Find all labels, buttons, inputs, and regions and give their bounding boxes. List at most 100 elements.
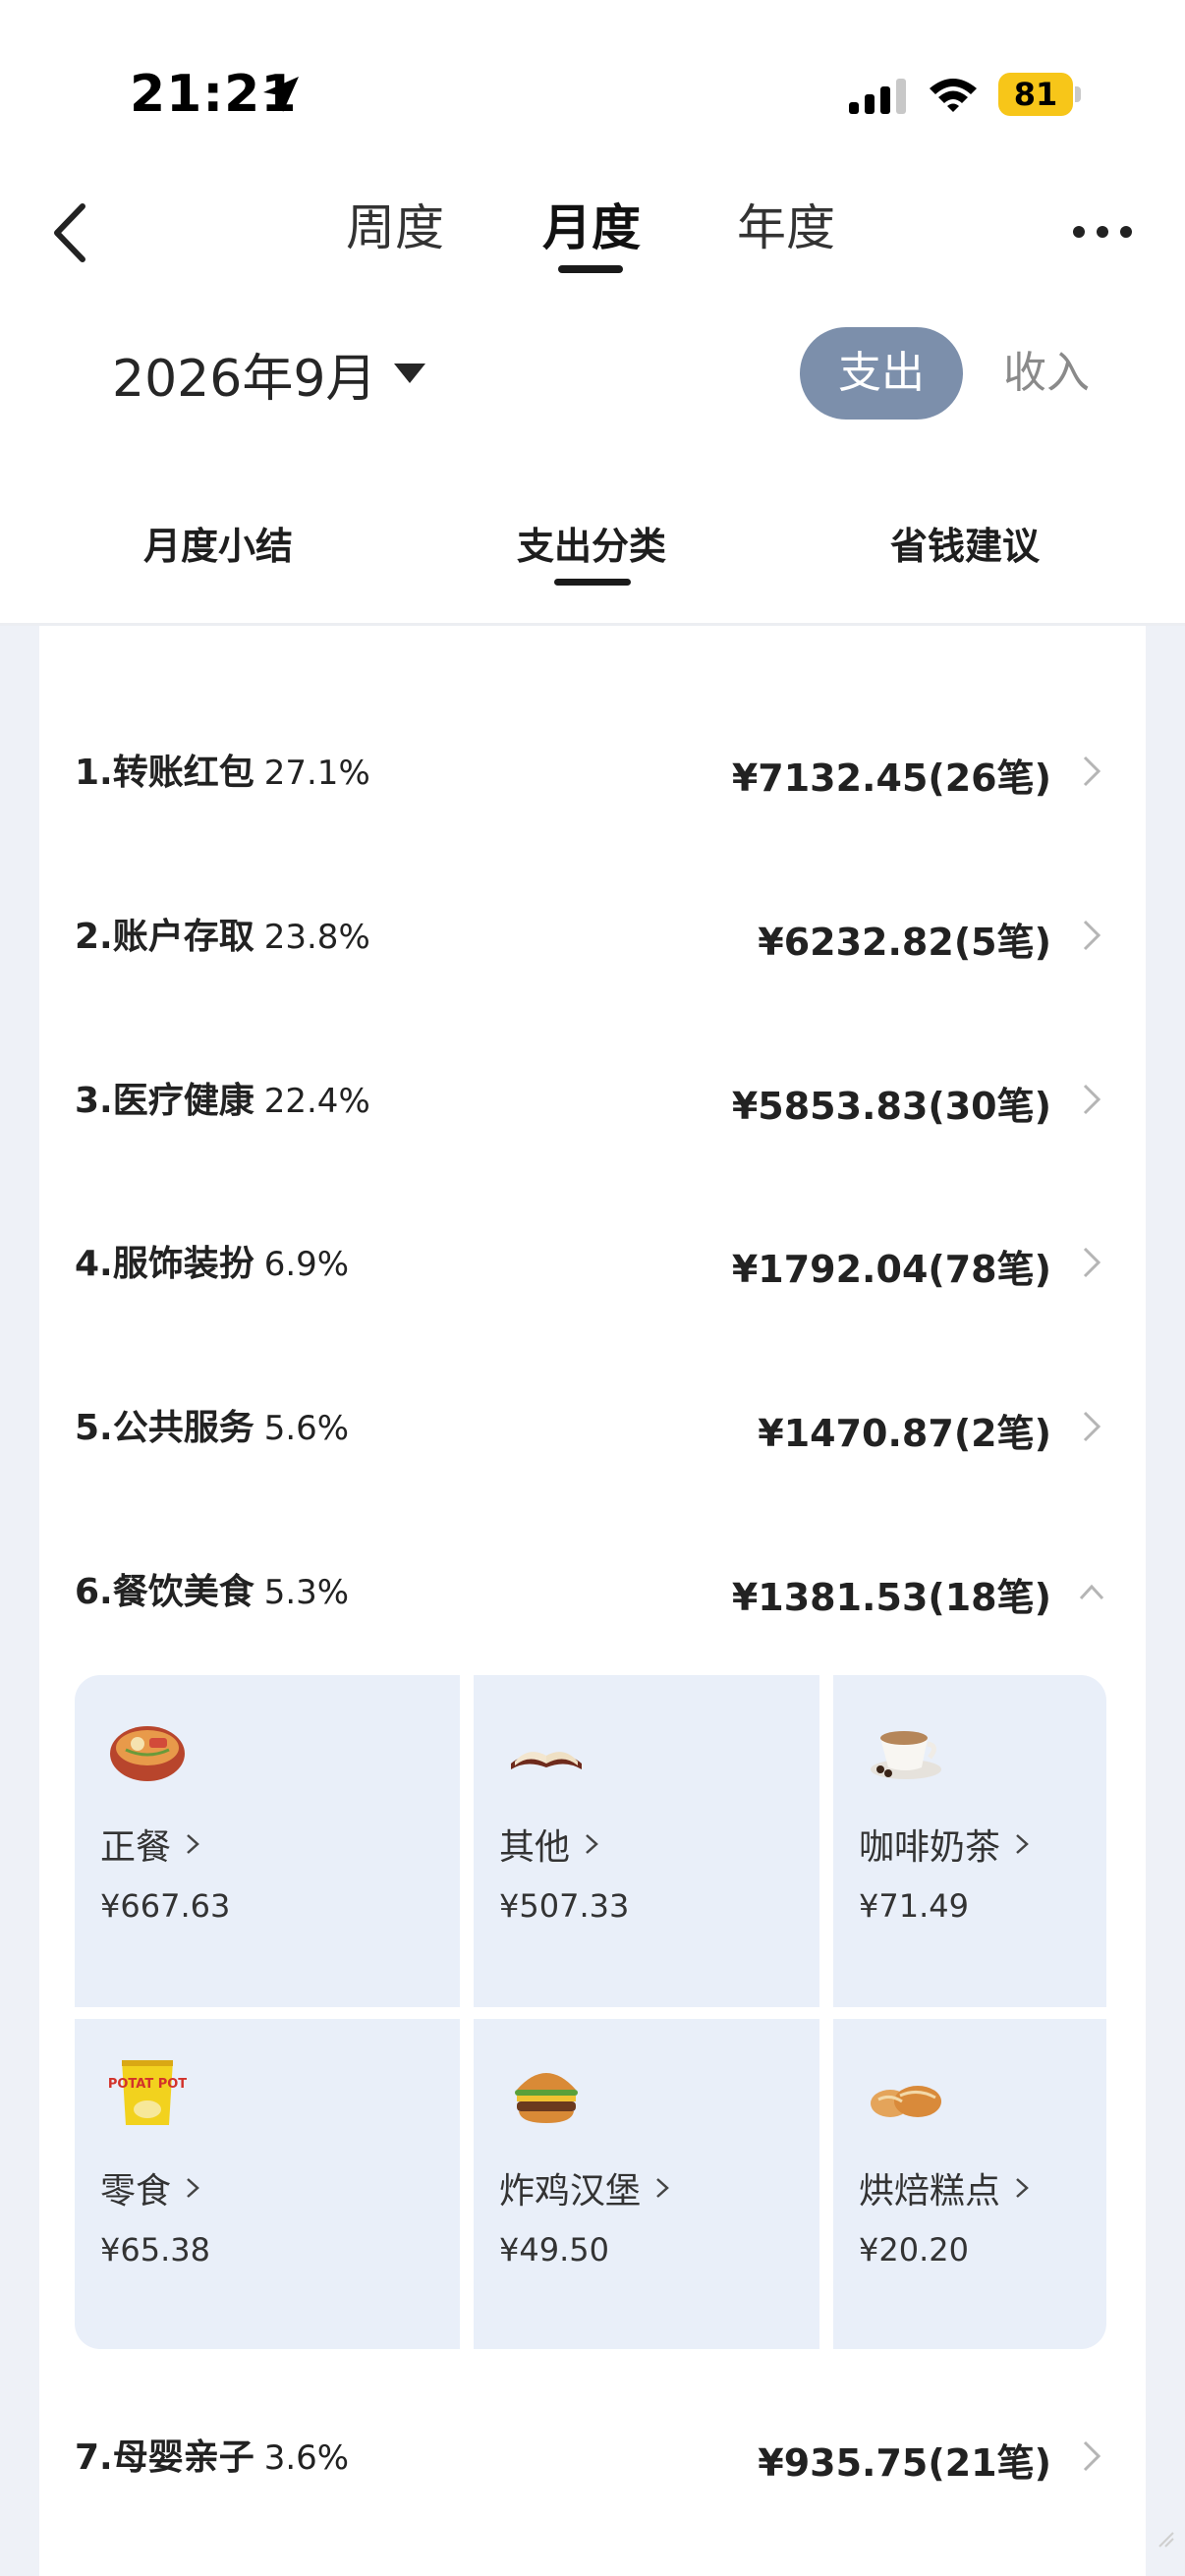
back-chevron-icon[interactable] — [45, 198, 98, 267]
chevron-right-icon — [1083, 1411, 1101, 1442]
category-name: 4.服饰装扮 6.9% — [75, 1235, 349, 1286]
caret-down-icon — [394, 364, 426, 383]
subcategory-other[interactable]: 其他 ¥507.33 — [474, 1675, 819, 2007]
dining-subcategory-grid: 正餐 ¥667.63 其他 ¥507.33 咖啡奶茶 ¥71.49 POTAT … — [75, 1675, 1106, 2349]
chips-brand-text: POTAT POT — [108, 2077, 187, 2092]
category-row-clothing[interactable]: 4.服饰装扮 6.9% ¥1792.04(78笔) — [39, 1205, 1146, 1304]
category-name: 3.医疗健康 22.4% — [75, 1072, 370, 1123]
category-name: 5.公共服务 5.6% — [75, 1399, 349, 1450]
page: 21:21 81 周度 月度 年度 2026年9月 支出 收入 月度小结 支出分… — [0, 0, 1185, 2576]
subcategory-name-text: 其他 — [499, 1827, 571, 1868]
subcategory-amount: ¥65.38 — [100, 2231, 210, 2268]
subcategory-name: 烘焙糕点 — [859, 2162, 1030, 2213]
subcategory-name: 炸鸡汉堡 — [499, 2162, 670, 2213]
noodle-bowl-icon — [110, 1726, 185, 1781]
chevron-right-icon — [1016, 2178, 1029, 2198]
expense-toggle-button[interactable]: 支出 — [800, 327, 963, 420]
sub-tab-indicator — [554, 579, 631, 586]
subcategory-snacks[interactable]: POTAT POT 零食 ¥65.38 — [75, 2019, 460, 2349]
open-book-icon — [511, 1752, 582, 1769]
category-percent: 27.1% — [263, 754, 370, 793]
subcategory-amount: ¥507.33 — [499, 1887, 630, 1925]
category-percent: 3.6% — [263, 2438, 350, 2478]
income-toggle-button[interactable]: 收入 — [992, 327, 1100, 420]
chevron-right-icon — [586, 1834, 598, 1854]
category-name: 1.转账红包 27.1% — [75, 744, 370, 795]
category-name-text: 5.公共服务 — [75, 1408, 254, 1448]
category-amount: ¥6232.82(5笔) — [758, 921, 1051, 964]
category-name: 6.餐饮美食 5.3% — [75, 1563, 349, 1614]
subcategory-name: 正餐 — [100, 1819, 200, 1870]
subcategory-name-text: 咖啡奶茶 — [859, 1827, 1001, 1868]
category-percent: 6.9% — [263, 1245, 350, 1284]
subcategory-name-text: 正餐 — [100, 1827, 172, 1868]
category-row-transfer[interactable]: 1.转账红包 27.1% ¥7132.45(26笔) — [39, 714, 1146, 812]
chevron-right-icon — [1083, 1084, 1101, 1115]
category-row-public-service[interactable]: 5.公共服务 5.6% ¥1470.87(2笔) — [39, 1370, 1146, 1468]
subcategory-coffee-tea[interactable]: 咖啡奶茶 ¥71.49 — [833, 1675, 1106, 2007]
tab-monthly[interactable]: 月度 — [542, 189, 641, 259]
chevron-right-icon — [656, 2178, 669, 2198]
wifi-icon — [930, 79, 977, 112]
chips-bag-icon: POTAT POT — [108, 2060, 187, 2125]
subcategory-amount: ¥20.20 — [859, 2231, 969, 2268]
category-name-text: 4.服饰装扮 — [75, 1244, 254, 1284]
category-row-medical[interactable]: 3.医疗健康 22.4% ¥5853.83(30笔) — [39, 1042, 1146, 1141]
more-options-icon[interactable] — [1071, 220, 1134, 244]
subcategory-name-text: 烘焙糕点 — [859, 2171, 1001, 2212]
top-nav-bar: 周度 月度 年度 — [0, 167, 1185, 305]
battery-tip — [1075, 86, 1081, 102]
chevron-right-icon — [187, 1834, 199, 1854]
subcategory-name: 咖啡奶茶 — [859, 1819, 1030, 1870]
status-bar: 21:21 81 — [0, 0, 1185, 167]
subcategory-name: 其他 — [499, 1819, 599, 1870]
category-name-text: 1.转账红包 — [75, 753, 254, 793]
category-percent: 5.6% — [263, 1409, 350, 1448]
active-tab-indicator — [558, 265, 623, 273]
chevron-up-icon — [1079, 1584, 1104, 1600]
subcategory-amount: ¥71.49 — [859, 1887, 969, 1925]
category-row-maternity[interactable]: 7.母婴亲子 3.6% ¥935.75(21笔) — [39, 2399, 1146, 2497]
coffee-cup-icon — [871, 1731, 941, 1779]
subcategory-meal[interactable]: 正餐 ¥667.63 — [75, 1675, 460, 2007]
category-amount: ¥5853.83(30笔) — [731, 1085, 1051, 1128]
subcategory-burger[interactable]: 炸鸡汉堡 ¥49.50 — [474, 2019, 819, 2349]
category-name-text: 7.母婴亲子 — [75, 2437, 254, 2478]
cellular-signal-icon — [849, 79, 906, 114]
chevron-right-icon — [1083, 920, 1101, 951]
resize-grip-icon — [1158, 2532, 1174, 2548]
chevron-right-icon — [187, 2178, 199, 2198]
category-row-dining[interactable]: 6.餐饮美食 5.3% ¥1381.53(18笔) — [39, 1534, 1146, 1632]
category-name: 7.母婴亲子 3.6% — [75, 2429, 349, 2480]
category-amount: ¥1792.04(78笔) — [731, 1248, 1051, 1291]
category-name: 2.账户存取 23.8% — [75, 908, 370, 959]
chevron-right-icon — [1083, 1247, 1101, 1278]
battery-indicator: 81 — [998, 73, 1081, 116]
category-name-text: 6.餐饮美食 — [75, 1572, 254, 1612]
category-percent: 22.4% — [263, 1082, 370, 1121]
category-amount: ¥1381.53(18笔) — [731, 1576, 1051, 1619]
category-list-card: 1.转账红包 27.1% ¥7132.45(26笔) 2.账户存取 23.8% ¥6… — [39, 626, 1146, 2576]
tab-monthly-summary[interactable]: 月度小结 — [143, 516, 293, 570]
subcategory-bakery[interactable]: 烘焙糕点 ¥20.20 — [833, 2019, 1106, 2349]
category-row-account[interactable]: 2.账户存取 23.8% ¥6232.82(5笔) — [39, 878, 1146, 977]
tab-saving-tips[interactable]: 省钱建议 — [890, 516, 1040, 570]
tab-weekly[interactable]: 周度 — [346, 189, 444, 259]
chevron-right-icon — [1083, 756, 1101, 787]
subcategory-name: 零食 — [100, 2162, 200, 2213]
chevron-right-icon — [1016, 1834, 1029, 1854]
subcategory-amount: ¥667.63 — [100, 1887, 231, 1925]
category-percent: 23.8% — [263, 918, 370, 957]
subcategory-name-text: 零食 — [100, 2171, 172, 2212]
month-picker[interactable]: 2026年9月 — [112, 334, 426, 413]
tab-yearly[interactable]: 年度 — [737, 189, 835, 259]
category-amount: ¥935.75(21笔) — [758, 2441, 1051, 2485]
month-label: 2026年9月 — [112, 349, 377, 409]
location-arrow-icon — [263, 77, 299, 112]
subcategory-name-text: 炸鸡汉堡 — [499, 2171, 642, 2212]
tab-expense-category[interactable]: 支出分类 — [517, 516, 666, 570]
subcategory-amount: ¥49.50 — [499, 2231, 609, 2268]
bread-icon — [871, 2086, 941, 2117]
category-amount: ¥7132.45(26笔) — [731, 756, 1051, 800]
category-name-text: 3.医疗健康 — [75, 1081, 254, 1121]
